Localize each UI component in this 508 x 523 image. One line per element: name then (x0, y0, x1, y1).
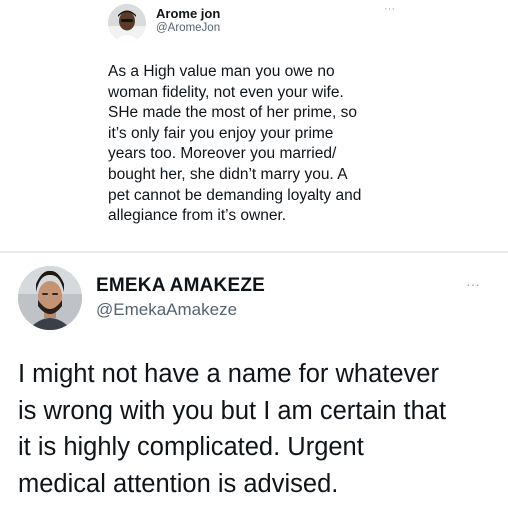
avatar-image (108, 4, 146, 42)
tweet-text-line: years too. Moreover you married/ (108, 145, 337, 163)
tweet-text-line: pet cannot be demanding loyalty and (108, 186, 362, 204)
avatar-image (18, 266, 82, 330)
tweet-text-line: I might not have a name for whatever (18, 360, 439, 388)
author-handle[interactable]: @AromeJon (156, 22, 220, 34)
author-handle[interactable]: @EmekaAmakeze (96, 300, 237, 320)
tweet-text: As a High value man you owe no woman fid… (108, 62, 408, 227)
divider (0, 251, 508, 253)
tweet-text-line: it’s only fair you enjoy your prime (108, 124, 334, 142)
author-name[interactable]: EMEKA AMAKEZE (96, 275, 265, 297)
tweet-text-line: is wrong with you but I am certain that (18, 396, 447, 425)
tweet-text-line: SHe made the most of her prime, so (108, 104, 357, 122)
tweet-text-line: bought her, she didn’t marry you. A (108, 165, 348, 183)
ellipsis-icon[interactable]: ··· (466, 276, 480, 292)
tweet-text-line: woman fidelity, not even your wife. (108, 83, 344, 101)
author-name[interactable]: Arome jon (156, 6, 220, 21)
tweet-text-line: it is highly complicated. Urgent (18, 433, 364, 461)
avatar[interactable] (18, 266, 82, 330)
tweet-text-line: As a High value man you owe no (108, 63, 335, 80)
avatar[interactable] (108, 4, 146, 42)
ellipsis-icon[interactable]: ··· (384, 3, 395, 15)
tweet-text-line: allegiance from it’s owner. (108, 207, 287, 225)
tweet-text-line: medical attention is advised. (18, 469, 339, 498)
tweet-top[interactable]: Arome jon @AromeJon ··· As a High value … (0, 0, 508, 252)
tweet-text: I might not have a name for whatever is … (18, 356, 503, 502)
